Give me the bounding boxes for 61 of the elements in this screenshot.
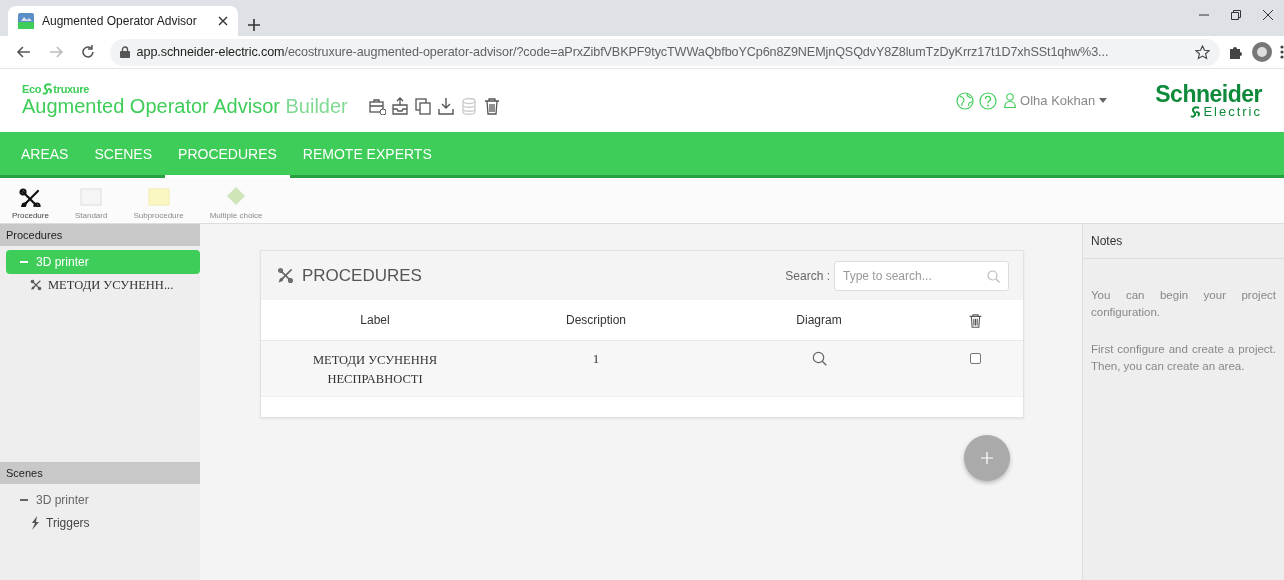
- nav-tab[interactable]: AREAS: [8, 132, 82, 178]
- back-icon[interactable]: [16, 44, 32, 60]
- card-title: PROCEDURES: [302, 265, 422, 286]
- caret-icon: [1099, 98, 1108, 103]
- logo-text: Schneider: [1155, 82, 1262, 105]
- new-tab-icon[interactable]: [248, 19, 260, 31]
- lock-icon: [119, 46, 130, 58]
- column-header: Label: [360, 313, 390, 327]
- browser-tab[interactable]: Augmented Operator Advisor: [8, 6, 238, 36]
- logo-text: Electric: [1203, 104, 1262, 119]
- tools-icon: [30, 279, 42, 291]
- search-field[interactable]: Type to search...: [834, 260, 1009, 291]
- avatar-icon[interactable]: [1252, 42, 1272, 62]
- close-icon[interactable]: [218, 16, 228, 26]
- nav-tab[interactable]: REMOTE EXPERTS: [289, 132, 445, 178]
- section-header: Scenes: [0, 462, 200, 484]
- tree-item[interactable]: 3D printer: [6, 250, 200, 274]
- tree-item[interactable]: МЕТОДИ УСУНЕНН...: [0, 274, 200, 296]
- briefcase-plus-icon[interactable]: [367, 96, 386, 115]
- tools-icon: [277, 267, 294, 284]
- inbox-arrow-icon[interactable]: [390, 96, 409, 115]
- brand-text: truxure: [53, 83, 90, 95]
- note-text: First configure and create a project. Then, you can create an area.: [1091, 342, 1276, 374]
- swirl-icon: [41, 83, 54, 95]
- address-bar[interactable]: app.schneider-electric.com/ecostruxure-augmented-operator-advisor/?code=aPrxZibfVBKPF9tycTWWaQbfboYCp6n8Z9NEMjnQSQdvY8Z8lumTzDyKrrz17t1D7xhSSt1qhw%3...: [109, 38, 1220, 66]
- square-icon: [79, 187, 104, 207]
- reload-icon[interactable]: [79, 44, 96, 60]
- lightning-icon: [30, 516, 40, 530]
- table-cell: 1: [592, 351, 600, 367]
- checkbox[interactable]: [969, 353, 981, 364]
- palette-item[interactable]: Procedure: [6, 178, 55, 223]
- restore-icon[interactable]: [1231, 10, 1241, 20]
- favicon-icon: [18, 13, 34, 29]
- column-header: Diagram: [796, 313, 842, 327]
- user-menu[interactable]: Olha Kokhan: [1004, 93, 1108, 108]
- download-icon[interactable]: [436, 96, 455, 115]
- section-header: Procedures: [0, 224, 200, 246]
- nav-tab[interactable]: SCENES: [81, 132, 166, 178]
- brand-text: Eco: [22, 83, 42, 95]
- close-icon[interactable]: [1263, 10, 1273, 20]
- search-label: Search :: [785, 268, 830, 283]
- tree-item[interactable]: 3D printer: [6, 488, 200, 512]
- square-icon: [146, 187, 171, 207]
- person-icon: [1004, 93, 1017, 108]
- tree-item[interactable]: Triggers: [0, 512, 200, 534]
- note-text: You can begin your project configuration.: [1091, 288, 1276, 320]
- tab-title: Augmented Operator Advisor: [42, 14, 198, 28]
- swirl-icon: [1189, 105, 1202, 118]
- star-icon[interactable]: [1195, 44, 1210, 60]
- column-header: Description: [566, 313, 626, 327]
- trash-icon[interactable]: [482, 96, 501, 115]
- app-title: Augmented Operator Advisor Builder: [22, 95, 348, 118]
- search-icon: [987, 269, 1000, 283]
- search-icon[interactable]: [811, 351, 827, 366]
- plus-icon: [981, 452, 993, 464]
- puzzle-icon[interactable]: [1228, 44, 1244, 60]
- tools-icon: [18, 187, 43, 207]
- table-cell-text: МЕТОДИ УСУНЕННЯ НЕСПРАВНОСТІ: [311, 352, 439, 388]
- menu-icon[interactable]: [1280, 44, 1284, 60]
- trash-icon[interactable]: [967, 311, 983, 329]
- copy-icon[interactable]: [413, 96, 432, 115]
